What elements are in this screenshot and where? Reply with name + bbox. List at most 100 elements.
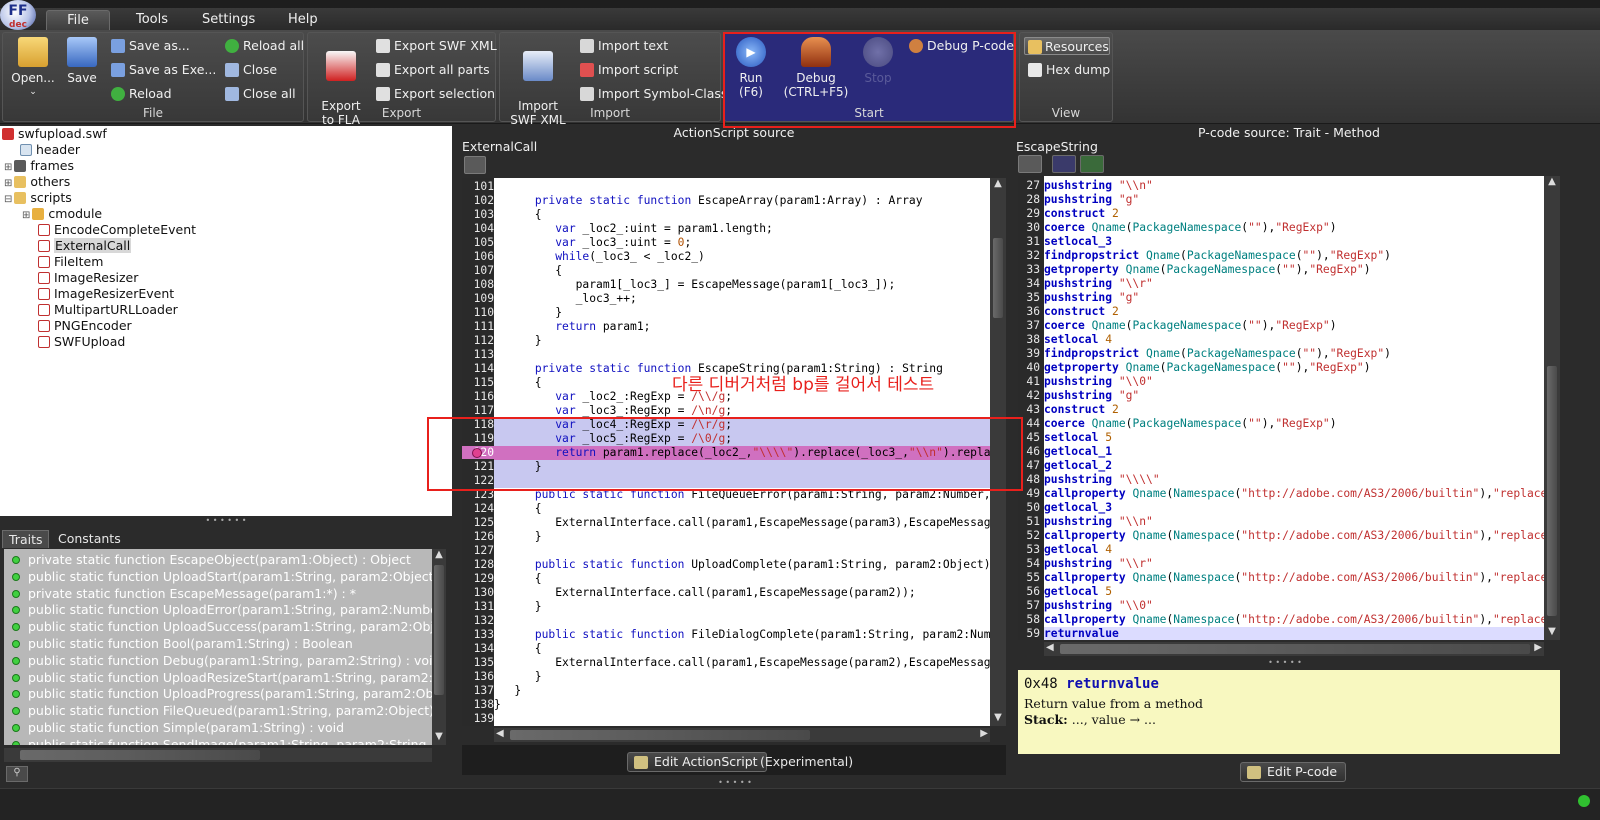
pcode-line[interactable]: setlocal 4: [1044, 333, 1544, 347]
line-number[interactable]: 132: [462, 614, 494, 627]
pcode-line[interactable]: pushstring "g": [1044, 193, 1544, 207]
hex-icon[interactable]: [1052, 155, 1076, 173]
import-text-button[interactable]: Import text: [580, 37, 668, 55]
pcode-line[interactable]: getlocal 5: [1044, 585, 1544, 599]
line-number[interactable]: 113: [462, 348, 494, 361]
code-line[interactable]: {: [494, 642, 990, 656]
line-number[interactable]: 125: [462, 516, 494, 529]
pcode-line[interactable]: coerce Qname(PackageNamespace(""),"RegEx…: [1044, 417, 1544, 431]
pcode-line[interactable]: getlocal_2: [1044, 459, 1544, 473]
line-number[interactable]: 41: [1018, 375, 1040, 388]
code-line[interactable]: var _loc3_:uint = 0;: [494, 236, 990, 250]
scroll-thumb[interactable]: [434, 565, 444, 695]
line-number[interactable]: 36: [1018, 305, 1040, 318]
line-number[interactable]: 105: [462, 236, 494, 249]
tree-item-header[interactable]: header: [20, 142, 80, 158]
line-number[interactable]: 109: [462, 292, 494, 305]
line-number[interactable]: 129: [462, 572, 494, 585]
scroll-down-icon[interactable]: ▼: [432, 731, 446, 745]
code-line[interactable]: }: [494, 530, 990, 544]
code-line[interactable]: }: [494, 306, 990, 320]
open-button[interactable]: Open... ⌄: [9, 37, 57, 99]
splitter-handle[interactable]: • • • • • •: [0, 516, 452, 526]
pcode-line[interactable]: getlocal_3: [1044, 501, 1544, 515]
pcode-line[interactable]: coerce Qname(PackageNamespace(""),"RegEx…: [1044, 319, 1544, 333]
pcode-line[interactable]: getlocal 4: [1044, 543, 1544, 557]
trait-item[interactable]: private static function EscapeMessage(pa…: [4, 585, 356, 602]
trait-item[interactable]: public static function SendImage(param1:…: [4, 736, 432, 745]
save-as-button[interactable]: Save as...: [111, 37, 190, 55]
pcode-line[interactable]: pushstring "\\r": [1044, 557, 1544, 571]
scroll-thumb[interactable]: [1060, 644, 1530, 654]
scroll-left-icon[interactable]: ◀: [1046, 642, 1054, 653]
pcode-line[interactable]: pushstring "\\0": [1044, 599, 1544, 613]
line-number[interactable]: 104: [462, 222, 494, 235]
tree-item-scripts[interactable]: ⊟ scripts: [4, 190, 72, 206]
line-number[interactable]: 39: [1018, 347, 1040, 360]
line-number[interactable]: 55: [1018, 571, 1040, 584]
pcode-editor[interactable]: pushstring "\\n" pushstring "g" construct …: [1044, 176, 1544, 640]
tree-item-class[interactable]: SWFUpload: [38, 334, 125, 350]
code-line[interactable]: }: [494, 334, 990, 348]
line-number[interactable]: 58: [1018, 613, 1040, 626]
line-number[interactable]: 126: [462, 530, 494, 543]
trait-item[interactable]: public static function UploadStart(param…: [4, 568, 432, 585]
line-number[interactable]: 135: [462, 656, 494, 669]
line-number[interactable]: 103: [462, 208, 494, 221]
close-button[interactable]: Close: [225, 61, 277, 79]
code-line[interactable]: {: [494, 208, 990, 222]
scroll-thumb[interactable]: [20, 750, 260, 760]
reload-button[interactable]: Reload: [111, 85, 172, 103]
code-line[interactable]: }: [494, 684, 990, 698]
line-number[interactable]: 43: [1018, 403, 1040, 416]
line-number[interactable]: 31: [1018, 235, 1040, 248]
line-number[interactable]: 106: [462, 250, 494, 263]
trait-item[interactable]: private static function EscapeObject(par…: [4, 551, 411, 568]
tab-constants[interactable]: Constants: [52, 530, 127, 548]
pcode-line[interactable]: pushstring "\\n": [1044, 515, 1544, 529]
line-number[interactable]: 57: [1018, 599, 1040, 612]
reload-all-button[interactable]: Reload all: [225, 37, 304, 55]
pcode-line[interactable]: pushstring "\\n": [1044, 179, 1544, 193]
pcode-line[interactable]: pushstring "g": [1044, 291, 1544, 305]
line-number[interactable]: 29: [1018, 207, 1040, 220]
line-number[interactable]: 128: [462, 558, 494, 571]
line-number[interactable]: 117: [462, 404, 494, 417]
import-script-button[interactable]: Import script: [580, 61, 678, 79]
export-all-parts-button[interactable]: Export all parts: [376, 61, 490, 79]
trait-item[interactable]: public static function UploadError(param…: [4, 601, 432, 618]
tree-root[interactable]: swfupload.swf: [2, 126, 107, 142]
trait-item[interactable]: public static function FileQueued(param1…: [4, 702, 432, 719]
code-line[interactable]: var _loc3_:RegExp = /\n/g;: [494, 404, 990, 418]
tree-item-frames[interactable]: ⊞ frames: [4, 158, 74, 174]
save-as-exe-button[interactable]: Save as Exe...: [111, 61, 216, 79]
deobfuscate-icon[interactable]: [1080, 155, 1104, 173]
pcode-line[interactable]: construct 2: [1044, 403, 1544, 417]
code-line[interactable]: return param1;: [494, 320, 990, 334]
menu-tools[interactable]: Tools: [126, 10, 178, 30]
trait-item[interactable]: public static function UploadSuccess(par…: [4, 618, 432, 635]
line-number[interactable]: 137: [462, 684, 494, 697]
splitter-handle[interactable]: • • • • •: [700, 778, 770, 787]
trait-filter-icon[interactable]: ⚲: [6, 766, 28, 782]
pcode-line[interactable]: construct 2: [1044, 207, 1544, 221]
pcode-line[interactable]: findpropstrict Qname(PackageNamespace(""…: [1044, 347, 1544, 361]
as-horizontal-scrollbar[interactable]: ◀ ▶: [494, 728, 990, 742]
pcode-line[interactable]: callproperty Qname(Namespace("http://ado…: [1044, 487, 1544, 501]
import-symbol-class-button[interactable]: Import Symbol-Class: [580, 85, 727, 103]
code-line[interactable]: _loc3_++;: [494, 292, 990, 306]
graph-icon[interactable]: [1018, 155, 1042, 173]
pcode-line[interactable]: construct 2: [1044, 305, 1544, 319]
line-number[interactable]: 42: [1018, 389, 1040, 402]
edit-pcode-button[interactable]: Edit P-code: [1240, 762, 1347, 782]
line-number[interactable]: 34: [1018, 277, 1040, 290]
code-line[interactable]: }: [494, 670, 990, 684]
code-line[interactable]: ExternalInterface.call(param1,EscapeMess…: [494, 516, 990, 530]
code-line[interactable]: var _loc2_:uint = param1.length;: [494, 222, 990, 236]
line-number[interactable]: 107: [462, 264, 494, 277]
resources-button[interactable]: Resources: [1024, 37, 1110, 55]
line-number[interactable]: 139: [462, 712, 494, 725]
export-selection-button[interactable]: Export selection: [376, 85, 495, 103]
line-number[interactable]: 127: [462, 544, 494, 557]
line-number[interactable]: 112: [462, 334, 494, 347]
